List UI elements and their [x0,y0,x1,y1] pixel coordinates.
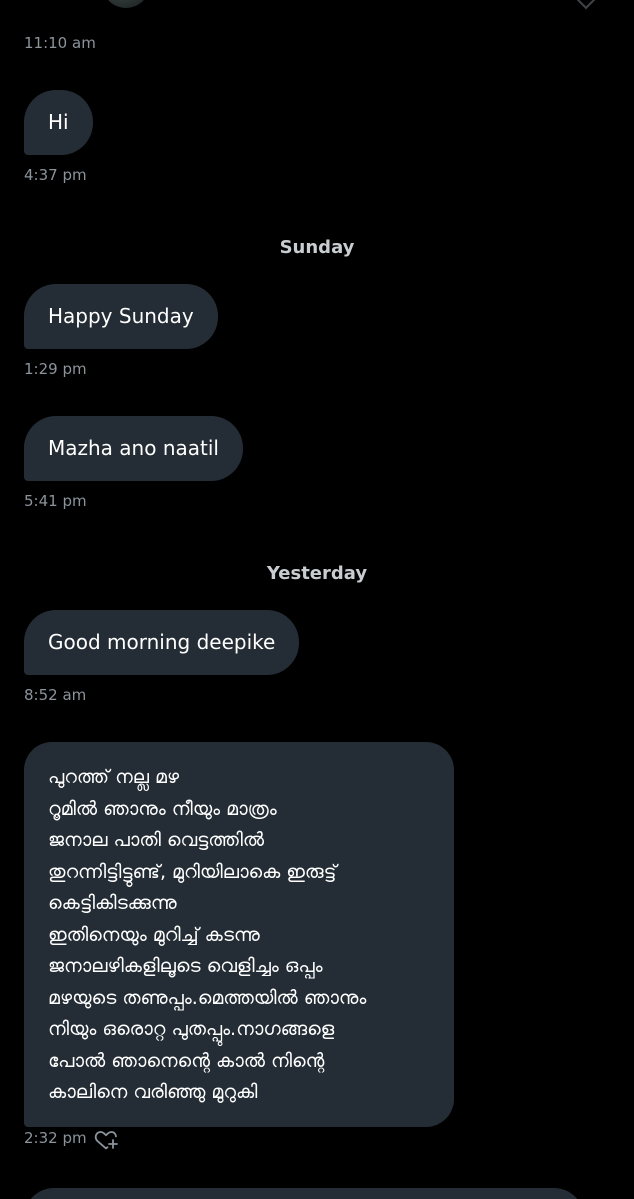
menu-icon[interactable] [574,0,598,10]
timestamp: 1:29 pm [24,360,87,378]
date-separator: Yesterday [266,563,368,584]
message-line: മഴയുടെ തണുപ്പം.മെത്തയിൽ ഞാനും [48,986,367,1009]
message-line: കാലിനെ വരിഞ്ഞു മുറുകി [48,1081,258,1103]
avatar[interactable] [102,0,150,8]
message-bubble-partial[interactable] [24,1188,584,1199]
message-line: നിയും ഒരൊറ്റ പുതപ്പും.നാഗങ്ങളെ [48,1018,335,1040]
message-bubble[interactable]: Happy Sunday [24,284,218,349]
timestamp: 5:41 pm [24,492,87,510]
message-line: കെട്ടികിടക്കുന്നു [48,892,177,914]
message-bubble[interactable]: Hi [24,90,93,155]
timestamp: 2:32 pm [24,1129,87,1147]
message-bubble[interactable]: Good morning deepike [24,610,300,675]
message-bubble-long[interactable]: പുറത്ത് നല്ല മഴ റൂമിൽ ഞാനും നീയും മാത്രം… [24,742,454,1127]
message-line: ജനാല പാതി വെട്ടത്തിൽ [48,829,265,851]
timestamp: 4:37 pm [24,166,87,184]
heart-plus-icon[interactable] [94,1128,118,1150]
date-separator: Sunday [279,237,355,258]
timestamp: 8:52 am [24,686,87,704]
message-line: ജനാലഴികളിലൂടെ വെളിച്ചം ഒപ്പം [48,955,323,977]
message-line: പോൽ ഞാനെന്റെ കാൽ നിന്റെ [48,1049,325,1072]
chat-screen: 11:10 am Hi 4:37 pm Sunday Happy Sunday … [0,0,634,1199]
message-line: ഇതിനെയും മുറിച്ച് കടന്നു [48,923,260,946]
timestamp: 11:10 am [24,34,96,52]
message-line: റൂമിൽ ഞാനും നീയും മാത്രം [48,797,277,820]
message-line: പുറത്ത് നല്ല മഴ [48,766,180,788]
message-bubble[interactable]: Mazha ano naatil [24,416,243,481]
message-line: തുറന്നിട്ടിട്ടുണ്ട്, മുറിയിലാകെ ഇരുട്ട് [48,860,337,883]
